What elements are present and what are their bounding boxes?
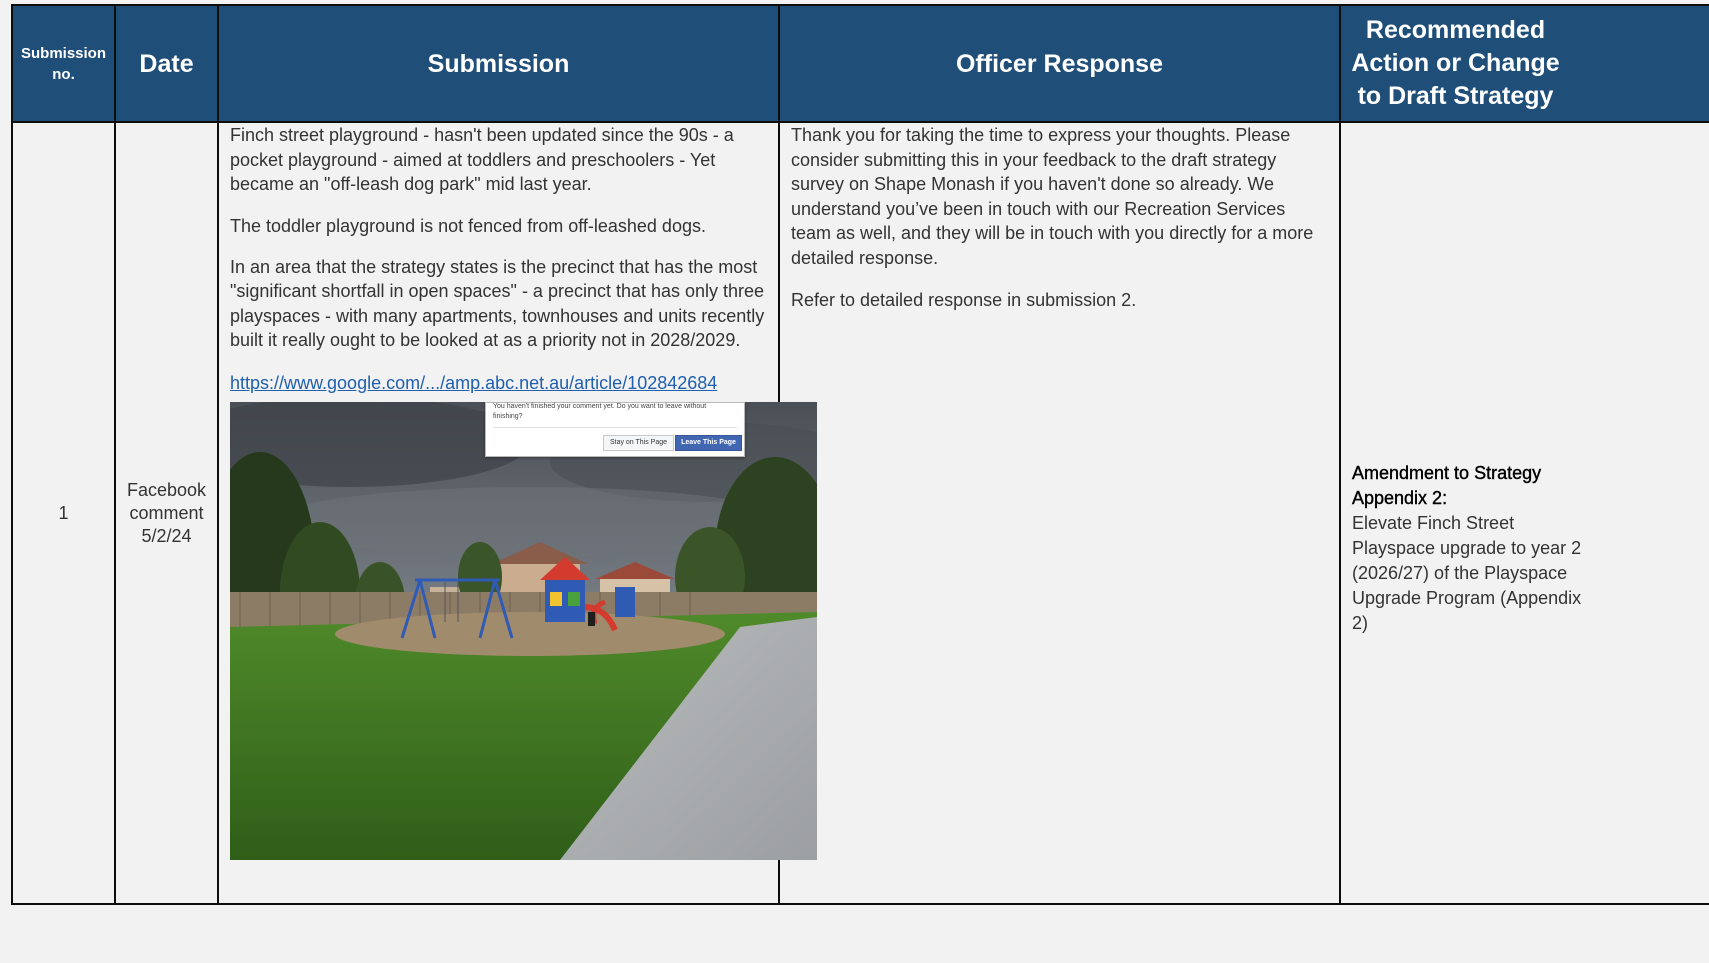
submission-paragraph: Finch street playground - hasn't been up…	[230, 125, 734, 194]
header-recommended-action: Recommended Action or Change to Draft St…	[1351, 16, 1560, 110]
stay-on-page-button: Stay on This Page	[603, 434, 674, 451]
playground-photo: You haven't finished your comment yet. D…	[230, 401, 817, 860]
header-submission-no: Submission no.	[11, 4, 116, 123]
submission-paragraph: In an area that the strategy states is t…	[230, 256, 765, 351]
cell-submission: Finch street playground - hasn't been up…	[217, 121, 817, 905]
submissions-table: Submission no. Date Submission Officer R…	[11, 4, 1709, 905]
table-row: 1 Facebook comment 5/2/24 Finch street p…	[11, 121, 1709, 905]
amendment-body: Elevate Finch Street Playspace upgrade t…	[1352, 513, 1582, 633]
header-submission: Submission	[217, 4, 780, 123]
article-link[interactable]: https://www.google.com/.../amp.abc.net.a…	[230, 373, 717, 393]
cell-date: Facebook comment 5/2/24	[126, 479, 207, 546]
header-date: Date	[114, 4, 219, 123]
document-page: Submission no. Date Submission Officer R…	[0, 0, 1709, 963]
leave-page-button: Leave This Page	[675, 434, 742, 451]
cell-officer-response: Thank you for taking the time to express…	[778, 121, 1341, 905]
dialog-message: You haven't finished your comment yet. D…	[493, 402, 707, 420]
header-officer-response: Officer Response	[778, 4, 1341, 123]
response-paragraph: Refer to detailed response in submission…	[791, 290, 1137, 310]
amendment-heading: Amendment to Strategy Appendix 2:	[1352, 463, 1542, 508]
table-header-row: Submission no. Date Submission Officer R…	[11, 4, 1709, 123]
submission-paragraph: The toddler playground is not fenced fro…	[230, 215, 706, 236]
cell-recommended-action: Amendment to Strategy Appendix 2: Elevat…	[1339, 121, 1709, 905]
playground-photo-image	[230, 401, 817, 860]
response-paragraph: Thank you for taking the time to express…	[791, 125, 1314, 268]
cell-submission-no: 1	[11, 121, 116, 905]
leave-page-dialog: You haven't finished your comment yet. D…	[485, 401, 745, 457]
